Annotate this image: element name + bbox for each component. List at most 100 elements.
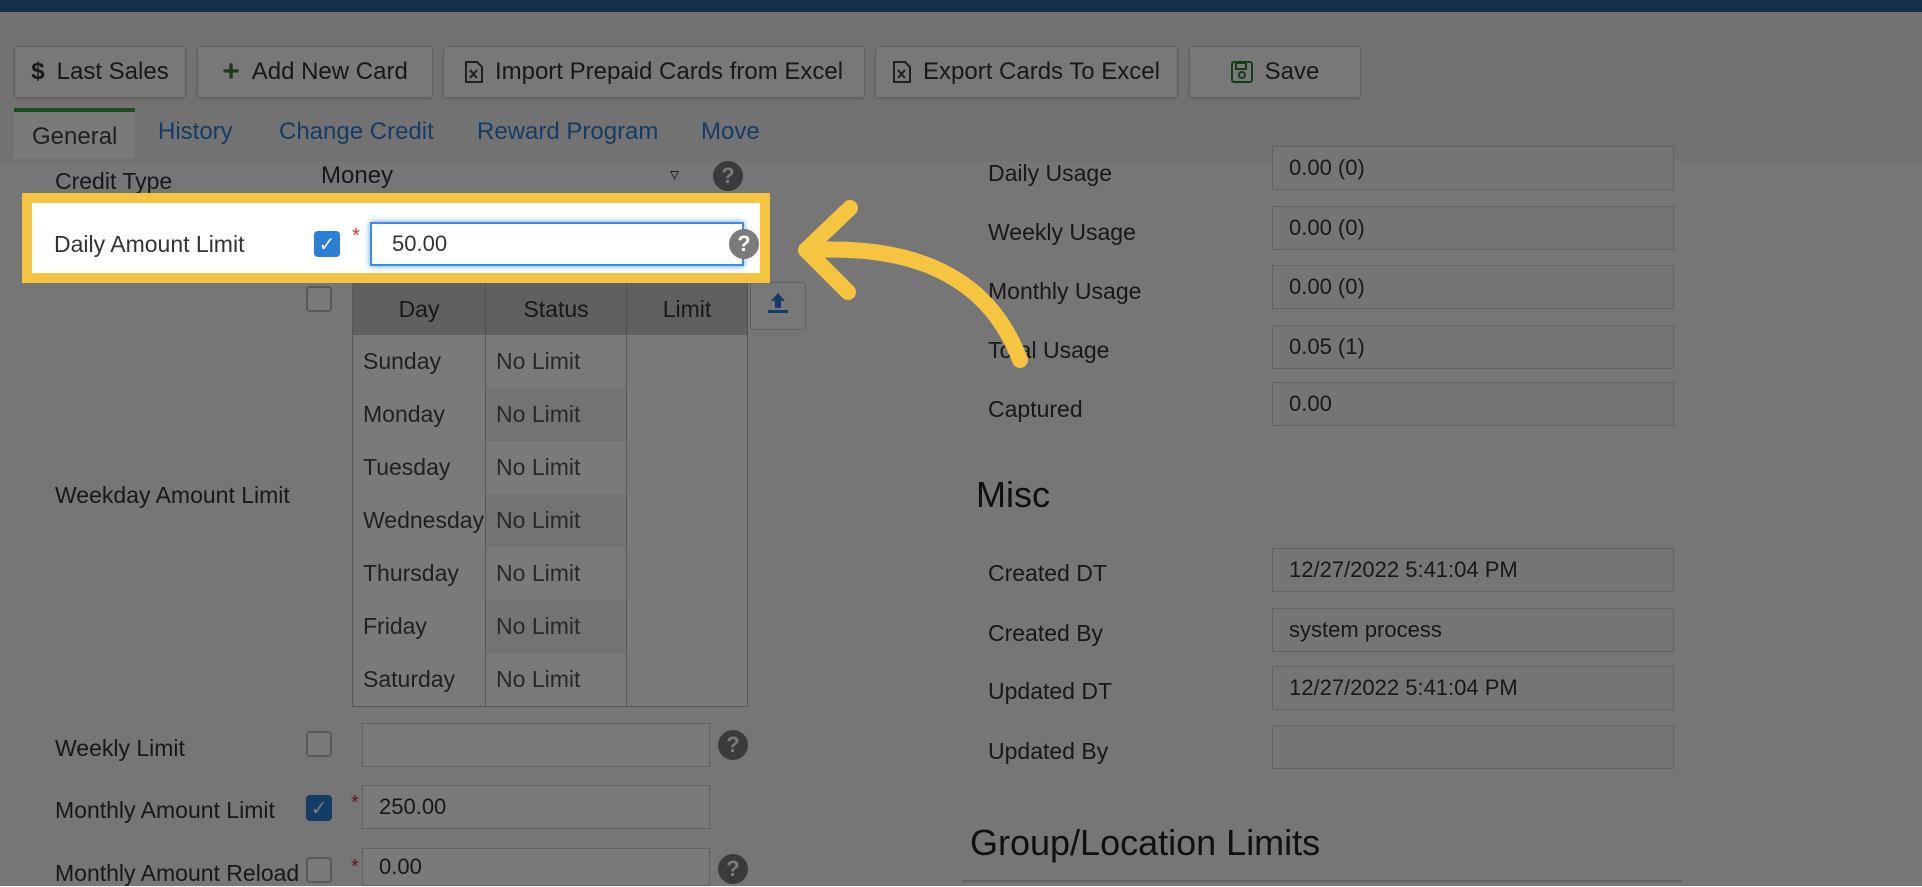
day-cell: Monday <box>352 388 487 441</box>
export-cards-button[interactable]: Export Cards To Excel <box>875 46 1178 98</box>
toolbar: $ Last Sales + Add New Card Import Prepa… <box>0 12 1922 108</box>
daily-amount-limit-checkbox[interactable]: ✓ <box>314 231 340 257</box>
table-row[interactable]: Sunday No Limit <box>352 335 748 388</box>
credit-type-select[interactable]: Money ▿ <box>305 156 693 196</box>
table-row[interactable]: Wednesday No Limit <box>352 494 748 547</box>
table-header-status: Status <box>485 282 628 335</box>
monthly-amount-reload-input[interactable]: 0.00 <box>362 848 710 886</box>
status-cell[interactable]: No Limit <box>485 388 628 441</box>
total-usage-value: 0.05 (1) <box>1272 325 1674 369</box>
created-dt-value: 12/27/2022 5:41:04 PM <box>1272 548 1674 592</box>
plus-icon: + <box>222 55 240 88</box>
tab-history[interactable]: History <box>158 118 233 146</box>
required-marker: * <box>352 225 360 247</box>
limit-cell[interactable] <box>626 388 748 441</box>
limit-cell[interactable] <box>626 600 748 653</box>
last-sales-label: Last Sales <box>56 58 169 85</box>
credit-type-label: Credit Type <box>55 168 173 194</box>
monthly-amount-reload-checkbox[interactable] <box>306 857 332 883</box>
limit-cell[interactable] <box>626 653 748 707</box>
monthly-amount-reload-label: Monthly Amount Reload <box>55 860 300 886</box>
day-cell: Sunday <box>352 335 487 388</box>
captured-value: 0.00 <box>1272 382 1674 426</box>
add-new-card-label: Add New Card <box>251 58 408 85</box>
monthly-usage-value: 0.00 (0) <box>1272 265 1674 309</box>
captured-label: Captured <box>988 396 1083 422</box>
weekly-limit-label: Weekly Limit <box>55 735 185 761</box>
weekly-limit-checkbox[interactable] <box>306 731 332 757</box>
help-icon[interactable]: ? <box>718 854 748 884</box>
updated-dt-value: 12/27/2022 5:41:04 PM <box>1272 666 1674 710</box>
status-cell[interactable]: No Limit <box>485 547 628 600</box>
weekly-limit-input[interactable] <box>362 723 710 767</box>
table-row[interactable]: Tuesday No Limit <box>352 441 748 494</box>
group-location-limits-heading: Group/Location Limits <box>970 822 1321 863</box>
upload-button[interactable] <box>750 282 806 330</box>
status-cell[interactable]: No Limit <box>485 653 628 707</box>
limit-cell[interactable] <box>626 441 748 494</box>
section-divider <box>962 880 1682 882</box>
required-marker: * <box>351 856 359 878</box>
created-dt-label: Created DT <box>988 560 1107 586</box>
save-button[interactable]: Save <box>1189 46 1361 98</box>
highlight-box: Daily Amount Limit ✓ * 50.00 ? <box>22 193 770 283</box>
help-icon[interactable]: ? <box>713 161 743 191</box>
status-cell[interactable]: No Limit <box>485 494 628 547</box>
add-new-card-button[interactable]: + Add New Card <box>197 46 433 98</box>
misc-heading: Misc <box>976 474 1050 515</box>
weekly-usage-label: Weekly Usage <box>988 219 1136 245</box>
save-label: Save <box>1264 58 1320 85</box>
table-row[interactable]: Thursday No Limit <box>352 547 748 600</box>
tab-move[interactable]: Move <box>701 118 760 146</box>
dollar-icon: $ <box>31 58 45 85</box>
limit-cell[interactable] <box>626 335 748 388</box>
monthly-amount-limit-checkbox[interactable]: ✓ <box>306 795 332 821</box>
daily-amount-limit-label: Daily Amount Limit <box>54 231 245 257</box>
weekday-limit-checkbox[interactable] <box>306 286 332 312</box>
tab-change-credit[interactable]: Change Credit <box>279 118 434 146</box>
day-cell: Thursday <box>352 547 487 600</box>
required-marker: * <box>351 792 359 814</box>
tab-reward-program[interactable]: Reward Program <box>477 118 658 146</box>
total-usage-label: Total Usage <box>988 337 1110 363</box>
help-icon[interactable]: ? <box>718 730 748 760</box>
day-cell: Tuesday <box>352 441 487 494</box>
created-by-label: Created By <box>988 620 1104 646</box>
excel-file-icon <box>464 61 483 83</box>
status-cell[interactable]: No Limit <box>485 441 628 494</box>
limit-cell[interactable] <box>626 494 748 547</box>
upload-icon <box>765 290 791 323</box>
floppy-disk-icon <box>1230 61 1253 83</box>
table-header-limit: Limit <box>626 282 748 335</box>
daily-amount-limit-input[interactable]: 50.00 <box>370 222 744 266</box>
top-bar <box>0 0 1922 12</box>
table-header-day: Day <box>352 282 487 335</box>
weekday-amount-limit-label: Weekday Amount Limit <box>55 482 290 508</box>
day-cell: Friday <box>352 600 487 653</box>
updated-by-label: Updated By <box>988 738 1109 764</box>
table-row[interactable]: Saturday No Limit <box>352 653 748 707</box>
limit-cell[interactable] <box>626 547 748 600</box>
import-cards-button[interactable]: Import Prepaid Cards from Excel <box>443 46 865 98</box>
weekday-limit-table: Day Status Limit Sunday No Limit Monday No… <box>352 282 748 707</box>
last-sales-button[interactable]: $ Last Sales <box>14 46 186 98</box>
daily-usage-label: Daily Usage <box>988 160 1112 186</box>
monthly-amount-limit-input[interactable]: 250.00 <box>362 785 710 829</box>
weekly-usage-value: 0.00 (0) <box>1272 206 1674 250</box>
export-cards-label: Export Cards To Excel <box>923 58 1160 85</box>
updated-dt-label: Updated DT <box>988 678 1113 704</box>
day-cell: Wednesday <box>352 494 487 547</box>
updated-by-value <box>1272 725 1674 769</box>
credit-type-value: Money <box>321 161 394 189</box>
excel-file-icon <box>893 61 911 83</box>
monthly-usage-label: Monthly Usage <box>988 278 1142 304</box>
chevron-down-icon: ▿ <box>669 164 679 184</box>
status-cell[interactable]: No Limit <box>485 600 628 653</box>
day-cell: Saturday <box>352 653 487 707</box>
help-icon[interactable]: ? <box>729 229 759 259</box>
created-by-value: system process <box>1272 608 1674 652</box>
status-cell[interactable]: No Limit <box>485 335 628 388</box>
tab-general[interactable]: General <box>14 108 136 158</box>
table-row[interactable]: Friday No Limit <box>352 600 748 653</box>
table-row[interactable]: Monday No Limit <box>352 388 748 441</box>
